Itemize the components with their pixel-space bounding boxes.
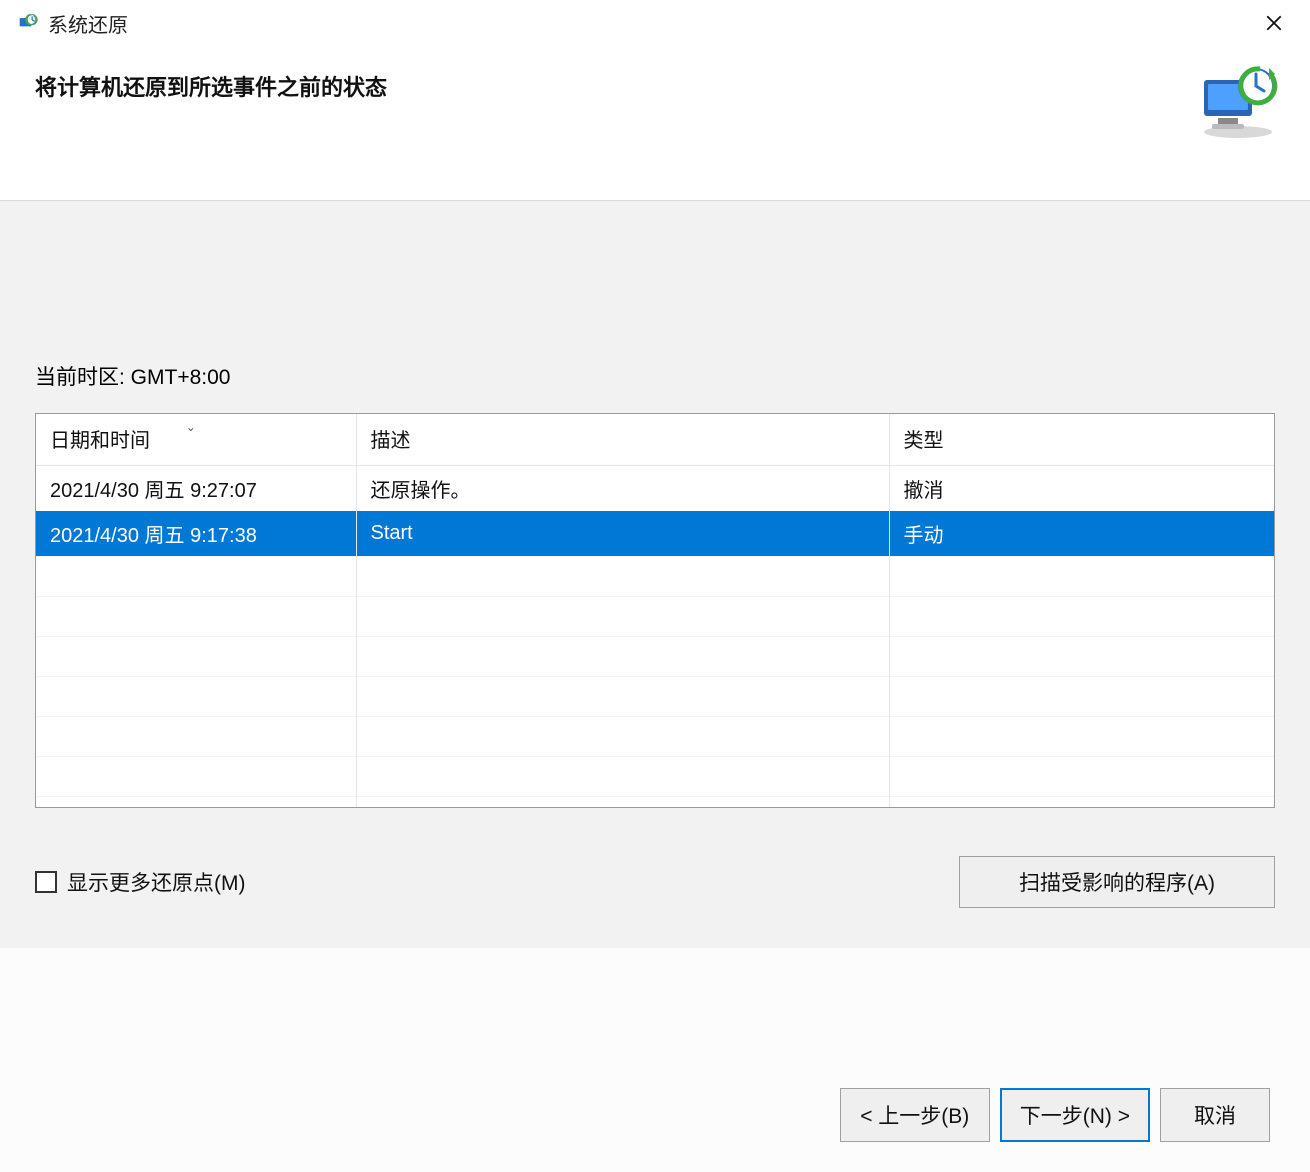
cell-datetime: 2021/4/30 周五 9:27:07 (36, 466, 356, 512)
column-header-label: 日期和时间 (50, 430, 150, 452)
restore-points-table-container: 日期和时间 ⌄ 描述 类型 2021/4/30 周五 9:27:07 还原操作。… (35, 413, 1275, 808)
cell-description: 还原操作。 (356, 466, 889, 512)
column-header-description[interactable]: 描述 (356, 414, 889, 466)
close-icon (1265, 14, 1283, 32)
table-row (36, 797, 1274, 809)
column-header-type[interactable]: 类型 (889, 414, 1274, 466)
timezone-label: 当前时区: GMT+8:00 (35, 361, 1275, 391)
wizard-footer: < 上一步(B) 下一步(N) > 取消 (840, 1088, 1270, 1142)
system-restore-icon (16, 11, 40, 35)
scan-affected-programs-button[interactable]: 扫描受影响的程序(A) (959, 856, 1275, 908)
page-heading: 将计算机还原到所选事件之前的状态 (35, 66, 1196, 102)
header: 将计算机还原到所选事件之前的状态 (0, 46, 1310, 200)
window-title: 系统还原 (48, 9, 1254, 38)
table-row (36, 717, 1274, 757)
cancel-button[interactable]: 取消 (1160, 1088, 1270, 1142)
cell-type: 手动 (889, 511, 1274, 557)
content-area: 当前时区: GMT+8:00 日期和时间 ⌄ 描述 类型 2021/4/30 周… (0, 201, 1310, 948)
next-button[interactable]: 下一步(N) > (1000, 1088, 1150, 1142)
sort-indicator-icon: ⌄ (186, 420, 196, 434)
checkbox-icon (35, 871, 57, 893)
titlebar: 系统还原 (0, 0, 1310, 46)
table-row (36, 677, 1274, 717)
cell-datetime: 2021/4/30 周五 9:17:38 (36, 511, 356, 557)
column-header-datetime[interactable]: 日期和时间 ⌄ (36, 414, 356, 466)
table-row (36, 637, 1274, 677)
system-restore-hero-icon (1196, 66, 1280, 140)
table-row (36, 597, 1274, 637)
table-row (36, 757, 1274, 797)
back-button[interactable]: < 上一步(B) (840, 1088, 990, 1142)
table-row[interactable]: 2021/4/30 周五 9:27:07 还原操作。 撤消 (36, 466, 1274, 512)
restore-points-table[interactable]: 日期和时间 ⌄ 描述 类型 2021/4/30 周五 9:27:07 还原操作。… (36, 414, 1274, 808)
close-button[interactable] (1254, 3, 1294, 43)
table-row (36, 557, 1274, 597)
options-row: 显示更多还原点(M) 扫描受影响的程序(A) (35, 856, 1275, 908)
cell-description: Start (356, 511, 889, 557)
table-row[interactable]: 2021/4/30 周五 9:17:38 Start 手动 (36, 511, 1274, 557)
show-more-restore-points-checkbox[interactable]: 显示更多还原点(M) (35, 867, 245, 897)
checkbox-label: 显示更多还原点(M) (67, 867, 245, 897)
table-header-row: 日期和时间 ⌄ 描述 类型 (36, 414, 1274, 466)
cell-type: 撤消 (889, 466, 1274, 512)
